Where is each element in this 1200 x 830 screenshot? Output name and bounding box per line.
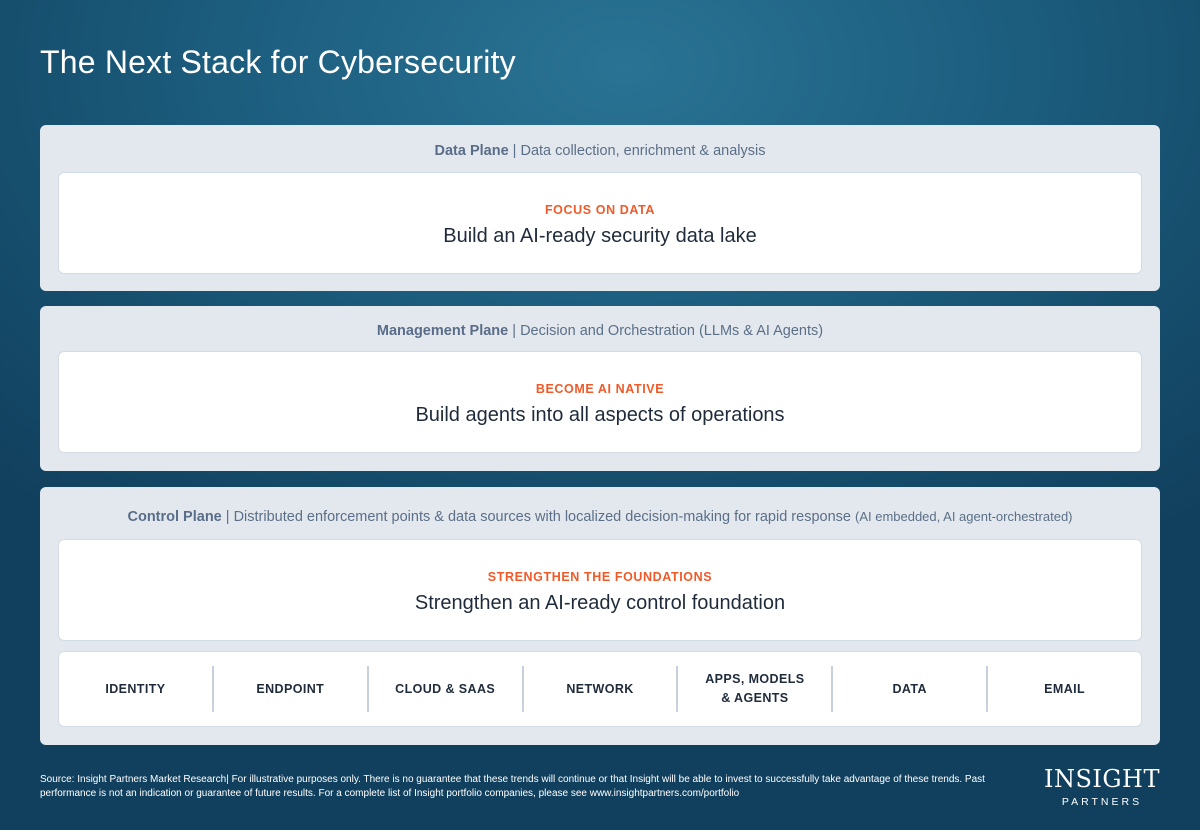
foundation-email: EMAIL [1044, 681, 1086, 696]
plane-description-note: (AI embedded, AI agent-orchestrated) [854, 509, 1073, 524]
foundation-cloud-saas: CLOUD & SAAS [369, 666, 524, 712]
plane-header: Control Plane | Distributed enforcement … [40, 509, 1160, 525]
logo-subtext: PARTNERS [1061, 796, 1143, 808]
foundation-row: IDENTITY ENDPOINT CLOUD & SAAS NETWORK A… [58, 651, 1142, 727]
plane-description: Decision and Orchestration (LLMs & AI Ag… [520, 323, 824, 339]
plane-focus-card: STRENGTHEN THE FOUNDATIONS Strengthen an… [58, 539, 1142, 641]
focus-tag: BECOME AI NATIVE [535, 382, 665, 396]
plane-name: Data Plane [434, 143, 509, 159]
plane-focus-card: FOCUS ON DATA Build an AI-ready security… [58, 172, 1142, 274]
foundation-data: DATA [833, 666, 989, 712]
focus-statement: Build agents into all aspects of operati… [415, 404, 785, 426]
foundation-endpoint: ENDPOINT [214, 666, 369, 712]
plane-separator: | [508, 143, 521, 159]
insight-partners-logo: INSIGHT PARTNERS [1040, 766, 1164, 808]
plane-separator: | [221, 509, 234, 525]
logo-wordmark: INSIGHT [1043, 765, 1160, 793]
plane-header: Data Plane | Data collection, enrichment… [40, 143, 1160, 159]
plane-name: Management Plane [376, 323, 509, 339]
data-plane: Data Plane | Data collection, enrichment… [40, 125, 1160, 291]
source-footnote: Source: Insight Partners Market Research… [40, 774, 985, 799]
plane-separator: | [508, 323, 521, 339]
management-plane: Management Plane | Decision and Orchestr… [40, 306, 1160, 471]
plane-description: Data collection, enrichment & analysis [520, 143, 766, 159]
foundation-apps-models-agents: APPS, MODELS & AGENTS [678, 666, 834, 712]
foundation-identity: IDENTITY [59, 666, 214, 712]
control-plane: Control Plane | Distributed enforcement … [40, 487, 1160, 745]
plane-description: Distributed enforcement points & data so… [233, 509, 855, 525]
plane-focus-card: BECOME AI NATIVE Build agents into all a… [58, 351, 1142, 453]
plane-name: Control Plane [127, 509, 222, 525]
page-title: The Next Stack for Cybersecurity [40, 44, 516, 80]
focus-tag: FOCUS ON DATA [544, 203, 656, 217]
focus-tag: STRENGTHEN THE FOUNDATIONS [487, 570, 713, 584]
plane-header: Management Plane | Decision and Orchestr… [40, 323, 1160, 339]
focus-statement: Strengthen an AI-ready control foundatio… [414, 592, 786, 614]
focus-statement: Build an AI-ready security data lake [443, 225, 757, 247]
foundation-network: NETWORK [524, 666, 679, 712]
